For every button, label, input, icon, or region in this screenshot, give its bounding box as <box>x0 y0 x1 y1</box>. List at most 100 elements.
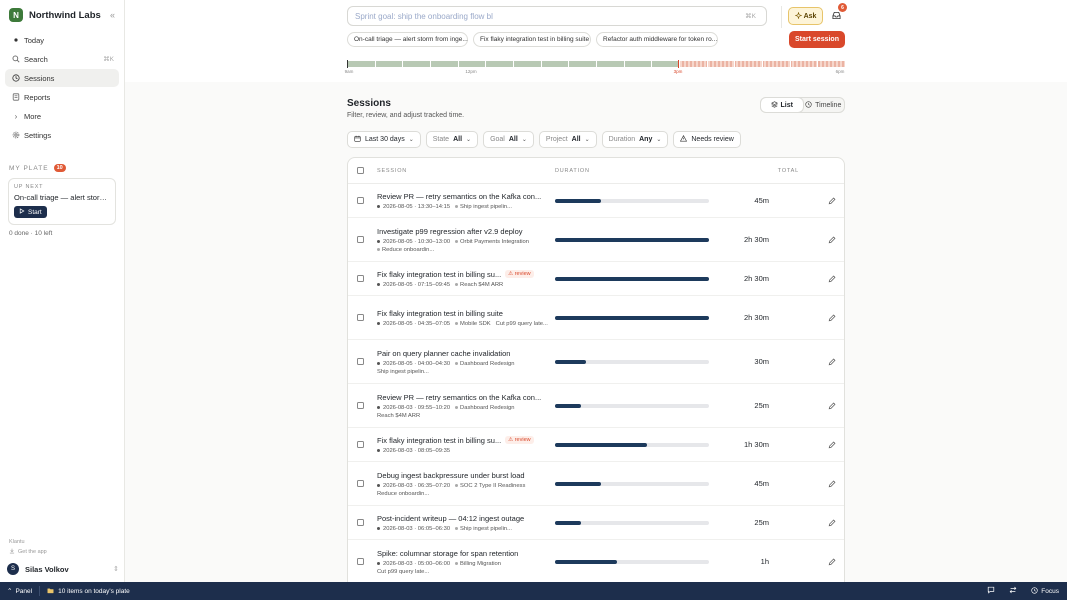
up-next-card[interactable]: UP NEXT On-call triage — alert storm fro… <box>8 178 116 225</box>
select-all-checkbox[interactable] <box>357 167 364 174</box>
session-time-text: 2026-08-05 · 04:00–04:30 <box>383 360 451 367</box>
recent-chip[interactable]: On-call triage — alert storm from inge..… <box>347 32 468 47</box>
state-filter[interactable]: State All ⌄ <box>425 131 479 148</box>
session-title[interactable]: Debug ingest backpressure under burst lo… <box>377 471 525 480</box>
table-row[interactable]: Debug ingest backpressure under burst lo… <box>348 462 844 506</box>
session-tag: Dashboard Redesign <box>455 361 515 367</box>
sidebar-item-sessions[interactable]: Sessions <box>5 69 119 87</box>
duration-cell <box>555 481 715 486</box>
up-next-label: UP NEXT <box>14 184 44 190</box>
view-list-button[interactable]: List <box>761 98 803 112</box>
table-row[interactable]: Fix flaky integration test in billing su… <box>348 296 844 340</box>
sidebar-nav: Today Search ⌘K Sessions Reports › More … <box>0 31 124 144</box>
sidebar-item-today[interactable]: Today <box>5 31 119 49</box>
row-checkbox[interactable] <box>357 197 364 204</box>
edit-pencil-icon[interactable] <box>827 357 837 367</box>
start-button[interactable]: Start <box>14 206 47 218</box>
duration-filter[interactable]: Duration Any ⌄ <box>601 131 669 148</box>
ask-button[interactable]: Ask <box>788 7 823 25</box>
edit-pencil-icon[interactable] <box>827 196 837 206</box>
edit-pencil-icon[interactable] <box>827 313 837 323</box>
plate-summary[interactable]: 10 items on today's plate <box>47 587 130 596</box>
collapse-sidebar-icon[interactable]: « <box>110 10 115 20</box>
row-checkbox[interactable] <box>357 558 364 565</box>
table-row[interactable]: Fix flaky integration test in billing su… <box>348 428 844 462</box>
table-row[interactable]: Pair on query planner cache invalidation… <box>348 340 844 384</box>
sprint-goal-input[interactable]: Sprint goal: ship the onboarding flow bl… <box>347 6 767 26</box>
dot-icon <box>10 38 22 42</box>
sidebar-item-more[interactable]: › More <box>5 107 119 125</box>
session-title[interactable]: Post-incident writeup — 04:12 ingest out… <box>377 514 524 523</box>
session-tag: Billing Migration <box>455 561 501 567</box>
goal-filter[interactable]: Goal All ⌄ <box>483 131 534 148</box>
row-checkbox[interactable] <box>357 519 364 526</box>
review-badge: ⚠ review <box>505 270 534 278</box>
recent-chip[interactable]: Refactor auth middleware for token ro... <box>596 32 718 47</box>
table-row[interactable]: Fix flaky integration test in billing su… <box>348 262 844 296</box>
session-time-range: 2026-08-05 · 04:35–07:05 <box>377 321 450 327</box>
play-icon <box>19 208 25 216</box>
edit-pencil-icon[interactable] <box>827 440 837 450</box>
panel-toggle[interactable]: ⌃ Panel <box>7 587 32 596</box>
session-total: 1h 30m <box>743 440 769 449</box>
session-cell: Review PR — retry semantics on the Kafka… <box>377 393 555 419</box>
session-title[interactable]: Fix flaky integration test in billing su… <box>377 270 501 279</box>
session-total: 30m <box>754 357 769 366</box>
session-title[interactable]: Investigate p99 regression after v2.9 de… <box>377 227 523 236</box>
filter-label: Goal <box>490 136 505 143</box>
table-row[interactable]: Review PR — retry semantics on the Kafka… <box>348 184 844 218</box>
session-title[interactable]: Fix flaky integration test in billing su… <box>377 436 501 445</box>
row-checkbox[interactable] <box>357 480 364 487</box>
chevron-right-icon: › <box>14 111 18 121</box>
session-time-text: 2026-08-03 · 06:35–07:20 <box>383 482 451 489</box>
row-checkbox-cell <box>348 558 377 565</box>
needs-review-filter[interactable]: Needs review <box>673 131 741 148</box>
view-timeline-button[interactable]: Timeline <box>803 98 845 112</box>
inbox-count-badge: 6 <box>838 3 847 12</box>
table-row[interactable]: Investigate p99 regression after v2.9 de… <box>348 218 844 262</box>
session-title[interactable]: Pair on query planner cache invalidation <box>377 349 510 358</box>
row-checkbox[interactable] <box>357 314 364 321</box>
edit-pencil-icon[interactable] <box>827 401 837 411</box>
table-row[interactable]: Post-incident writeup — 04:12 ingest out… <box>348 506 844 540</box>
sidebar-item-reports[interactable]: Reports <box>5 88 119 106</box>
row-checkbox[interactable] <box>357 358 364 365</box>
project-filter[interactable]: Project All ⌄ <box>538 131 597 148</box>
session-title[interactable]: Spike: columnar storage for span retenti… <box>377 549 518 558</box>
edit-pencil-icon[interactable] <box>827 557 837 567</box>
timeline-start-marker <box>347 60 348 68</box>
chat-icon[interactable] <box>987 586 995 596</box>
session-title[interactable]: Review PR — retry semantics on the Kafka… <box>377 393 541 402</box>
session-time-text: 2026-08-03 · 06:05–06:30 <box>383 525 451 532</box>
edit-pencil-icon[interactable] <box>827 274 837 284</box>
review-badge-label: review <box>514 271 531 277</box>
duration-bar-fill <box>555 237 709 242</box>
row-checkbox[interactable] <box>357 275 364 282</box>
start-session-button[interactable]: Start session <box>789 31 845 48</box>
row-checkbox[interactable] <box>357 236 364 243</box>
table-row[interactable]: Spike: columnar storage for span retenti… <box>348 540 844 582</box>
session-tag-text: Cut p99 query late... <box>495 320 548 327</box>
swap-icon[interactable] <box>1009 586 1017 596</box>
recent-chip[interactable]: Fix flaky integration test in billing su… <box>473 32 591 47</box>
session-title[interactable]: Review PR — retry semantics on the Kafka… <box>377 192 541 201</box>
session-tag-text: Orbit Payments Integration <box>460 238 529 245</box>
edit-pencil-icon[interactable] <box>827 479 837 489</box>
date-range-filter[interactable]: Last 30 days ⌄ <box>347 131 421 148</box>
focus-button[interactable]: Focus <box>1031 586 1059 596</box>
chevron-up-icon: ⌃ <box>7 588 13 595</box>
duration-bar <box>555 442 709 447</box>
session-time-range: 2026-08-05 · 04:00–04:30 <box>377 361 450 367</box>
sidebar-item-search[interactable]: Search ⌘K <box>5 50 119 68</box>
session-title[interactable]: Fix flaky integration test in billing su… <box>377 309 503 318</box>
sidebar-item-settings[interactable]: Settings <box>5 126 119 144</box>
row-checkbox[interactable] <box>357 402 364 409</box>
edit-pencil-icon[interactable] <box>827 235 837 245</box>
get-app-link[interactable]: Get the app <box>9 548 115 556</box>
edit-pencil-icon[interactable] <box>827 518 837 528</box>
user-menu[interactable]: S Silas Volkov ⇕ <box>7 562 119 576</box>
table-row[interactable]: Review PR — retry semantics on the Kafka… <box>348 384 844 428</box>
row-checkbox[interactable] <box>357 441 364 448</box>
sprint-goal-placeholder: Sprint goal: ship the onboarding flow bl <box>355 11 493 21</box>
session-time-text: 2026-08-05 · 07:15–09:45 <box>383 281 451 288</box>
